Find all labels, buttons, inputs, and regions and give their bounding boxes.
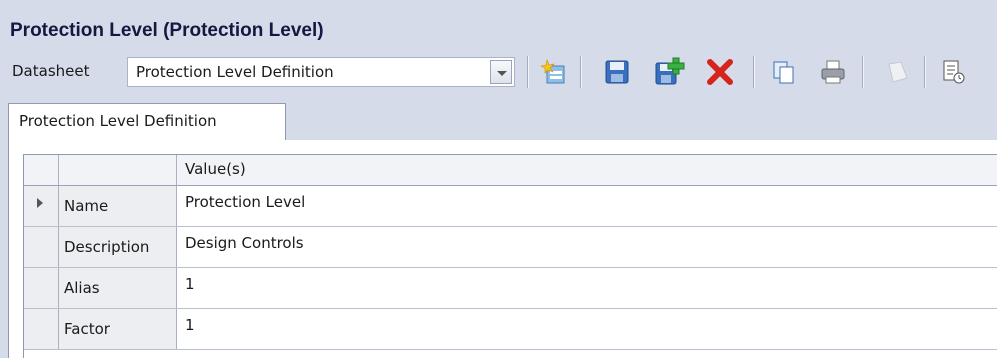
dropdown-arrow-icon[interactable] (490, 60, 512, 84)
toolbar-separator (753, 56, 754, 88)
toolbar-separator (862, 56, 863, 88)
window-title: Protection Level (Protection Level) (10, 20, 324, 41)
row-selector[interactable] (24, 186, 59, 226)
save-and-new-icon (655, 57, 685, 85)
datasheet-grid: Value(s) Name Protection Level Descripti… (23, 154, 997, 358)
row-selector[interactable] (24, 268, 59, 308)
current-row-arrow-icon (37, 198, 43, 208)
datasheet-panel: Value(s) Name Protection Level Descripti… (8, 140, 997, 358)
table-row[interactable]: Name Protection Level (24, 186, 997, 227)
row-selector-header (24, 155, 59, 185)
print-button[interactable] (816, 55, 850, 89)
save-button[interactable] (600, 55, 634, 89)
field-value[interactable]: 1 (177, 309, 997, 349)
field-name: Factor (59, 309, 177, 349)
toolbar-separator (527, 56, 528, 88)
new-record-button[interactable] (538, 55, 572, 89)
disabled-icon (888, 61, 908, 83)
field-name: Description (59, 227, 177, 267)
datasheet-dropdown-value: Protection Level Definition (136, 63, 334, 81)
toolbar-separator (580, 56, 581, 88)
table-row[interactable]: Alias 1 (24, 268, 997, 309)
table-row[interactable]: Factor 1 (24, 309, 997, 350)
tab-bar: Protection Level Definition (8, 100, 997, 141)
delete-button[interactable] (703, 55, 737, 89)
field-value[interactable]: Design Controls (177, 227, 997, 267)
save-and-new-button[interactable] (652, 55, 686, 89)
field-value[interactable]: 1 (177, 268, 997, 308)
tab-label: Protection Level Definition (19, 112, 217, 130)
field-name: Name (59, 186, 177, 226)
disabled-button[interactable] (880, 55, 914, 89)
delete-icon (707, 59, 733, 85)
field-header (59, 155, 177, 185)
properties-button[interactable] (936, 55, 970, 89)
value-header-label: Value(s) (185, 160, 246, 178)
properties-icon (943, 60, 965, 84)
new-record-icon (541, 58, 565, 84)
toolbar-separator (924, 56, 925, 88)
field-name: Alias (59, 268, 177, 308)
copy-button[interactable] (767, 55, 801, 89)
grid-header-row: Value(s) (24, 155, 997, 186)
row-selector[interactable] (24, 309, 59, 349)
copy-icon (773, 61, 794, 84)
table-row[interactable]: Description Design Controls (24, 227, 997, 268)
field-value[interactable]: Protection Level (177, 186, 997, 226)
print-icon (821, 60, 845, 84)
tab-protection-level-definition[interactable]: Protection Level Definition (8, 103, 286, 140)
row-selector[interactable] (24, 227, 59, 267)
save-icon (605, 60, 629, 84)
value-header[interactable]: Value(s) (177, 155, 997, 185)
datasheet-dropdown[interactable]: Protection Level Definition (127, 57, 515, 87)
datasheet-label: Datasheet (12, 62, 90, 80)
